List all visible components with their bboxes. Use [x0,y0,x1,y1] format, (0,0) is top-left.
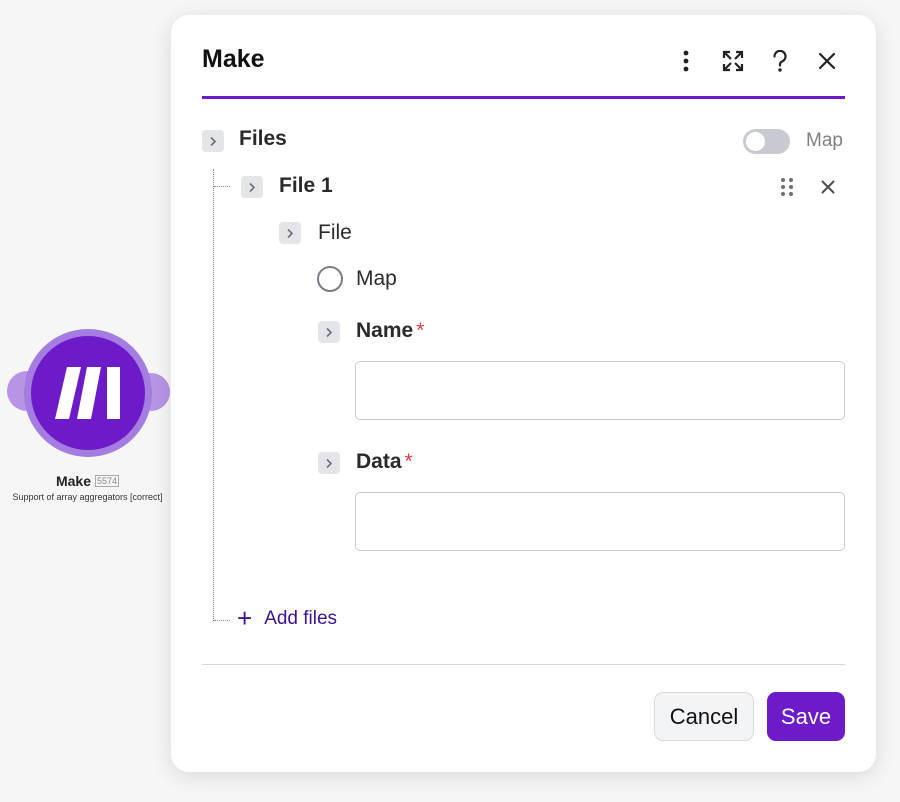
close-icon[interactable] [809,43,845,79]
required-mark: * [416,319,425,342]
expand-icon[interactable] [715,43,751,79]
scenario-module-node[interactable]: Make 5574 Support of array aggregators [c… [0,326,175,516]
tree-branch-add-files [214,620,230,621]
file-map-radio-label: Map [356,267,397,290]
file-expand-chevron-icon[interactable] [279,222,301,244]
save-button[interactable]: Save [767,692,845,741]
remove-file-icon[interactable] [821,180,837,196]
data-input[interactable] [355,492,845,551]
help-icon[interactable] [762,43,798,79]
name-expand-chevron-icon[interactable] [318,321,340,343]
data-field-label: Data * [356,450,413,474]
plus-icon: + [237,603,253,633]
data-label-text: Data [356,450,402,473]
add-files-label: Add files [264,608,338,629]
file1-label: File 1 [279,174,333,197]
node-title-text: Make [55,473,91,489]
name-label-text: Name [356,319,414,342]
files-map-toggle-label: Map [806,130,843,151]
data-expand-chevron-icon[interactable] [318,452,340,474]
file-label: File [318,221,352,244]
dialog-header: Make [202,43,845,99]
drag-handle-icon[interactable] [780,177,798,199]
more-vertical-icon[interactable] [668,43,704,79]
files-expand-chevron-icon[interactable] [202,130,224,152]
tree-branch-file1 [214,186,230,187]
module-settings-dialog: Make Files Map File 1 File Map Name * Da… [171,15,876,772]
files-label: Files [239,127,287,150]
footer-divider [202,664,845,665]
make-logo-icon[interactable] [31,336,145,450]
files-map-toggle[interactable] [743,129,790,154]
required-mark: * [404,450,413,473]
add-files-button[interactable]: + Add files [237,603,338,633]
tree-guide-line [213,169,214,621]
cancel-button[interactable]: Cancel [654,692,754,741]
node-id-badge: 5574 [95,475,120,487]
node-title: Make 5574 [0,473,175,489]
name-input[interactable] [355,361,845,420]
file1-expand-chevron-icon[interactable] [241,176,263,198]
name-field-label: Name * [356,319,424,343]
node-subtitle: Support of array aggregators [correct] [12,492,163,502]
file-map-radio[interactable] [317,266,343,292]
header-actions [657,43,845,79]
dialog-title: Make [202,45,265,73]
